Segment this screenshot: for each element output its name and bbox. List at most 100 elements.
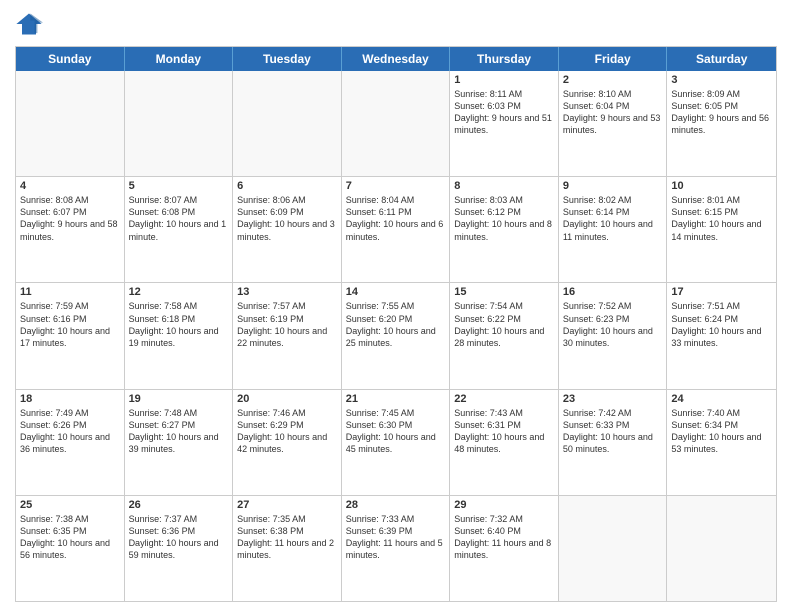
cell-info: Sunrise: 7:46 AMSunset: 6:29 PMDaylight:… (237, 407, 337, 456)
calendar-cell: 29 Sunrise: 7:32 AMSunset: 6:40 PMDayligh… (450, 496, 559, 601)
day-number: 14 (346, 286, 446, 298)
cell-info: Sunrise: 8:04 AMSunset: 6:11 PMDaylight:… (346, 194, 446, 243)
day-number: 1 (454, 74, 554, 86)
calendar-cell: 3 Sunrise: 8:09 AMSunset: 6:05 PMDaylight… (667, 71, 776, 176)
day-number: 10 (671, 180, 772, 192)
calendar-cell: 10 Sunrise: 8:01 AMSunset: 6:15 PMDayligh… (667, 177, 776, 282)
day-number: 7 (346, 180, 446, 192)
day-number: 9 (563, 180, 663, 192)
cell-info: Sunrise: 8:08 AMSunset: 6:07 PMDaylight:… (20, 194, 120, 243)
calendar-cell: 9 Sunrise: 8:02 AMSunset: 6:14 PMDaylight… (559, 177, 668, 282)
header (15, 10, 777, 38)
calendar-cell: 21 Sunrise: 7:45 AMSunset: 6:30 PMDayligh… (342, 390, 451, 495)
cell-info: Sunrise: 7:37 AMSunset: 6:36 PMDaylight:… (129, 513, 229, 562)
calendar-week-row: 18 Sunrise: 7:49 AMSunset: 6:26 PMDayligh… (16, 389, 776, 495)
cell-info: Sunrise: 7:59 AMSunset: 6:16 PMDaylight:… (20, 300, 120, 349)
cell-info: Sunrise: 7:40 AMSunset: 6:34 PMDaylight:… (671, 407, 772, 456)
day-number: 20 (237, 393, 337, 405)
calendar-cell (342, 71, 451, 176)
cell-info: Sunrise: 7:54 AMSunset: 6:22 PMDaylight:… (454, 300, 554, 349)
calendar-cell: 13 Sunrise: 7:57 AMSunset: 6:19 PMDayligh… (233, 283, 342, 388)
calendar-cell: 23 Sunrise: 7:42 AMSunset: 6:33 PMDayligh… (559, 390, 668, 495)
calendar-week-row: 1 Sunrise: 8:11 AMSunset: 6:03 PMDaylight… (16, 71, 776, 176)
weekday-header: Monday (125, 47, 234, 71)
calendar-cell: 11 Sunrise: 7:59 AMSunset: 6:16 PMDayligh… (16, 283, 125, 388)
logo (15, 10, 47, 38)
calendar-cell: 1 Sunrise: 8:11 AMSunset: 6:03 PMDaylight… (450, 71, 559, 176)
day-number: 15 (454, 286, 554, 298)
calendar-week-row: 11 Sunrise: 7:59 AMSunset: 6:16 PMDayligh… (16, 282, 776, 388)
calendar-cell: 14 Sunrise: 7:55 AMSunset: 6:20 PMDayligh… (342, 283, 451, 388)
day-number: 3 (671, 74, 772, 86)
day-number: 4 (20, 180, 120, 192)
calendar-cell: 18 Sunrise: 7:49 AMSunset: 6:26 PMDayligh… (16, 390, 125, 495)
cell-info: Sunrise: 7:42 AMSunset: 6:33 PMDaylight:… (563, 407, 663, 456)
calendar: SundayMondayTuesdayWednesdayThursdayFrid… (15, 46, 777, 602)
weekday-header: Saturday (667, 47, 776, 71)
cell-info: Sunrise: 7:55 AMSunset: 6:20 PMDaylight:… (346, 300, 446, 349)
calendar-cell: 7 Sunrise: 8:04 AMSunset: 6:11 PMDaylight… (342, 177, 451, 282)
cell-info: Sunrise: 7:35 AMSunset: 6:38 PMDaylight:… (237, 513, 337, 562)
calendar-cell (559, 496, 668, 601)
calendar-week-row: 4 Sunrise: 8:08 AMSunset: 6:07 PMDaylight… (16, 176, 776, 282)
cell-info: Sunrise: 8:11 AMSunset: 6:03 PMDaylight:… (454, 88, 554, 137)
day-number: 24 (671, 393, 772, 405)
day-number: 5 (129, 180, 229, 192)
weekday-header: Thursday (450, 47, 559, 71)
cell-info: Sunrise: 7:49 AMSunset: 6:26 PMDaylight:… (20, 407, 120, 456)
day-number: 22 (454, 393, 554, 405)
cell-info: Sunrise: 8:01 AMSunset: 6:15 PMDaylight:… (671, 194, 772, 243)
calendar-cell: 19 Sunrise: 7:48 AMSunset: 6:27 PMDayligh… (125, 390, 234, 495)
calendar-cell: 17 Sunrise: 7:51 AMSunset: 6:24 PMDayligh… (667, 283, 776, 388)
calendar-week-row: 25Sunrise: 7:38 AMSunset: 6:35 PMDayligh… (16, 495, 776, 601)
day-number: 18 (20, 393, 120, 405)
calendar-header: SundayMondayTuesdayWednesdayThursdayFrid… (16, 47, 776, 71)
cell-info: Sunrise: 7:48 AMSunset: 6:27 PMDaylight:… (129, 407, 229, 456)
day-number: 28 (346, 499, 446, 511)
calendar-cell: 28 Sunrise: 7:33 AMSunset: 6:39 PMDayligh… (342, 496, 451, 601)
cell-info: Sunrise: 7:45 AMSunset: 6:30 PMDaylight:… (346, 407, 446, 456)
calendar-cell: 15 Sunrise: 7:54 AMSunset: 6:22 PMDayligh… (450, 283, 559, 388)
calendar-cell (233, 71, 342, 176)
calendar-cell (667, 496, 776, 601)
calendar-cell (125, 71, 234, 176)
day-number: 27 (237, 499, 337, 511)
cell-info: Sunrise: 7:32 AMSunset: 6:40 PMDaylight:… (454, 513, 554, 562)
calendar-cell: 4 Sunrise: 8:08 AMSunset: 6:07 PMDaylight… (16, 177, 125, 282)
weekday-header: Friday (559, 47, 668, 71)
cell-info: Sunrise: 8:10 AMSunset: 6:04 PMDaylight:… (563, 88, 663, 137)
day-number: 8 (454, 180, 554, 192)
day-number: 19 (129, 393, 229, 405)
calendar-cell: 27 Sunrise: 7:35 AMSunset: 6:38 PMDayligh… (233, 496, 342, 601)
day-number: 6 (237, 180, 337, 192)
day-number: 13 (237, 286, 337, 298)
cell-info: Sunrise: 8:07 AMSunset: 6:08 PMDaylight:… (129, 194, 229, 243)
day-number: 11 (20, 286, 120, 298)
cell-info: Sunrise: 8:02 AMSunset: 6:14 PMDaylight:… (563, 194, 663, 243)
weekday-header: Sunday (16, 47, 125, 71)
calendar-cell: 2 Sunrise: 8:10 AMSunset: 6:04 PMDaylight… (559, 71, 668, 176)
calendar-cell: 26 Sunrise: 7:37 AMSunset: 6:36 PMDayligh… (125, 496, 234, 601)
day-number: 23 (563, 393, 663, 405)
calendar-cell: 5 Sunrise: 8:07 AMSunset: 6:08 PMDaylight… (125, 177, 234, 282)
cell-info: Sunrise: 7:57 AMSunset: 6:19 PMDaylight:… (237, 300, 337, 349)
day-number: 21 (346, 393, 446, 405)
day-number: 26 (129, 499, 229, 511)
calendar-cell: 8 Sunrise: 8:03 AMSunset: 6:12 PMDaylight… (450, 177, 559, 282)
calendar-cell (16, 71, 125, 176)
weekday-header: Tuesday (233, 47, 342, 71)
cell-info: Sunrise: 8:09 AMSunset: 6:05 PMDaylight:… (671, 88, 772, 137)
cell-info: Sunrise: 8:03 AMSunset: 6:12 PMDaylight:… (454, 194, 554, 243)
cell-info: Sunrise: 7:43 AMSunset: 6:31 PMDaylight:… (454, 407, 554, 456)
calendar-cell: 6 Sunrise: 8:06 AMSunset: 6:09 PMDaylight… (233, 177, 342, 282)
day-number: 29 (454, 499, 554, 511)
calendar-body: 1 Sunrise: 8:11 AMSunset: 6:03 PMDaylight… (16, 71, 776, 601)
calendar-cell: 16Sunrise: 7:52 AMSunset: 6:23 PMDayligh… (559, 283, 668, 388)
page: SundayMondayTuesdayWednesdayThursdayFrid… (0, 0, 792, 612)
cell-info: Sunrise: 7:51 AMSunset: 6:24 PMDaylight:… (671, 300, 772, 349)
cell-info: Sunrise: 7:52 AMSunset: 6:23 PMDaylight:… (563, 300, 663, 349)
day-number: 17 (671, 286, 772, 298)
cell-info: Sunrise: 7:33 AMSunset: 6:39 PMDaylight:… (346, 513, 446, 562)
day-number: 2 (563, 74, 663, 86)
cell-info: Sunrise: 8:06 AMSunset: 6:09 PMDaylight:… (237, 194, 337, 243)
